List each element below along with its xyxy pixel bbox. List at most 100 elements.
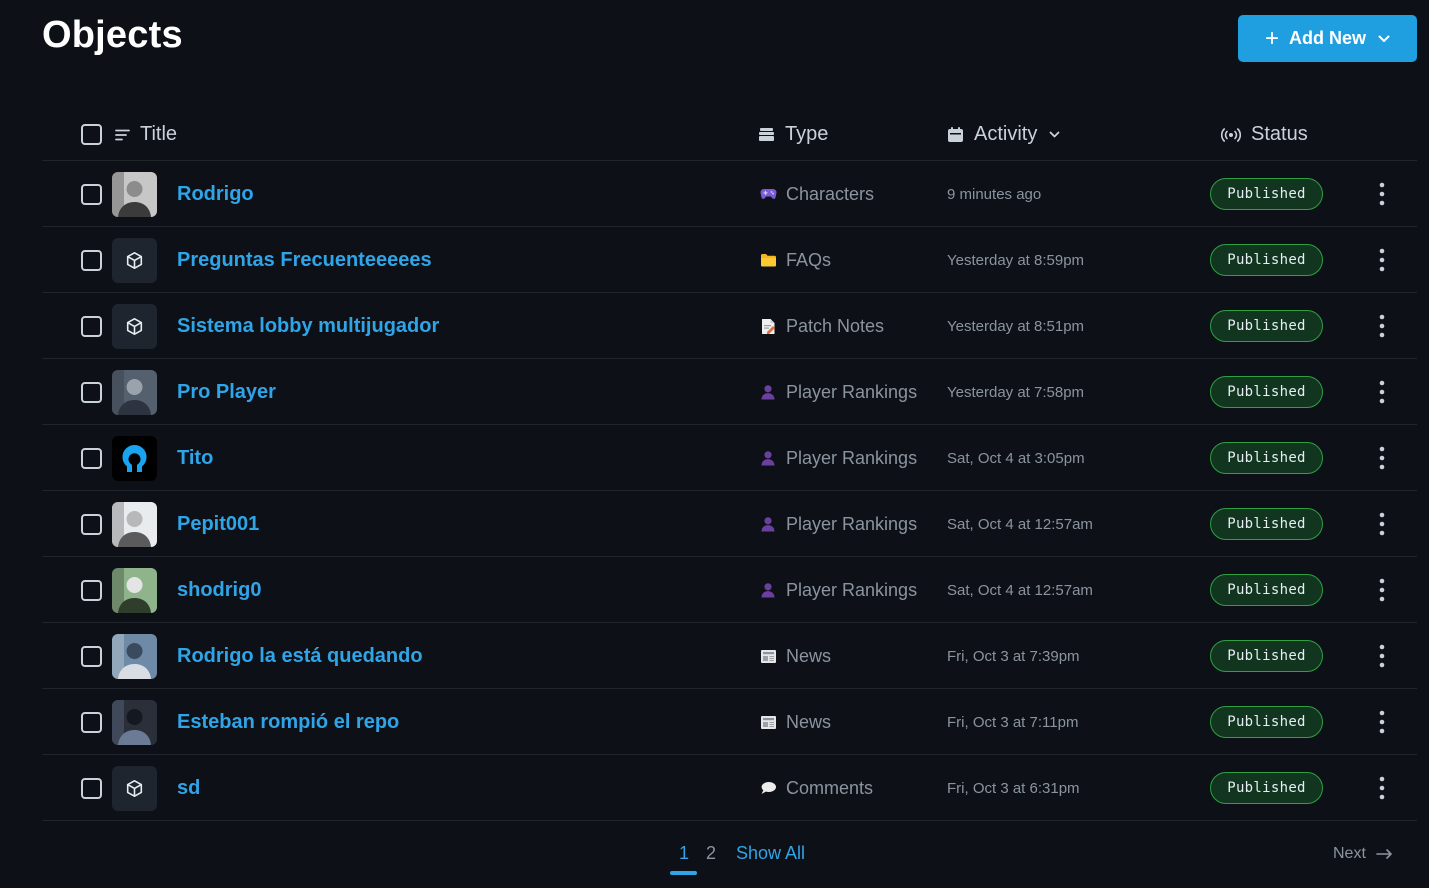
table-row[interactable]: Esteban rompió el repo News Fri, Oct 3 at … <box>42 689 1417 755</box>
photo-thumbnail <box>112 699 157 745</box>
column-status-label: Status <box>1251 123 1308 145</box>
column-activity[interactable]: Activity <box>947 108 1060 161</box>
gamepad-icon <box>759 185 777 203</box>
active-page-indicator <box>670 871 697 875</box>
row-title-link[interactable]: Pro Player <box>177 381 276 404</box>
table-row[interactable]: Rodrigo Characters 9 minutes ago Published <box>42 161 1417 227</box>
memo-icon <box>759 317 777 335</box>
table-row[interactable]: Pro Player Player Rankings Yesterday at 7:… <box>42 359 1417 425</box>
status-badge: Published <box>1210 244 1323 276</box>
row-title-link[interactable]: shodrig0 <box>177 579 261 602</box>
more-options-icon[interactable] <box>1370 636 1394 676</box>
more-options-icon[interactable] <box>1370 240 1394 280</box>
show-all-link[interactable]: Show All <box>736 843 805 864</box>
row-checkbox-box[interactable] <box>81 579 102 601</box>
more-options-icon[interactable] <box>1370 438 1394 478</box>
cube-icon <box>112 237 157 283</box>
page-1-link[interactable]: 1 <box>679 843 689 864</box>
row-checkbox[interactable] <box>81 689 102 755</box>
more-options-icon[interactable] <box>1370 174 1394 214</box>
row-checkbox[interactable] <box>81 227 102 293</box>
row-checkbox-box[interactable] <box>81 183 102 205</box>
row-activity: 9 minutes ago <box>947 185 1042 203</box>
status-badge: Published <box>1210 310 1323 342</box>
row-checkbox-box[interactable] <box>81 381 102 403</box>
row-checkbox-box[interactable] <box>81 513 102 535</box>
row-thumbnail <box>112 689 157 755</box>
row-checkbox[interactable] <box>81 293 102 359</box>
newspaper-icon <box>759 713 777 731</box>
column-title[interactable]: Title <box>115 108 177 161</box>
select-all-checkbox-box[interactable] <box>81 124 102 145</box>
table-row[interactable]: Sistema lobby multijugador Patch Notes Yes… <box>42 293 1417 359</box>
add-new-label: Add New <box>1289 28 1367 48</box>
row-checkbox-box[interactable] <box>81 645 102 667</box>
more-options-icon[interactable] <box>1370 372 1394 412</box>
status-badge: Published <box>1210 442 1323 474</box>
row-activity: Sat, Oct 4 at 12:57am <box>947 515 1093 533</box>
row-type: News <box>786 711 832 732</box>
table-header: Title Type Activity Status <box>42 108 1417 161</box>
add-new-button[interactable]: + Add New <box>1238 15 1417 62</box>
row-checkbox-box[interactable] <box>81 249 102 271</box>
column-type-label: Type <box>785 123 829 145</box>
more-options-icon[interactable] <box>1370 306 1394 346</box>
row-title-link[interactable]: Pepit001 <box>177 513 259 536</box>
row-type: News <box>786 645 832 666</box>
row-checkbox[interactable] <box>81 755 102 821</box>
row-checkbox-box[interactable] <box>81 447 102 469</box>
more-options-icon[interactable] <box>1370 702 1394 742</box>
row-activity: Sat, Oct 4 at 3:05pm <box>947 449 1085 467</box>
photo-thumbnail <box>112 633 157 679</box>
row-title-link[interactable]: sd <box>177 777 200 800</box>
column-status[interactable]: Status <box>1221 108 1308 161</box>
row-activity: Yesterday at 8:59pm <box>947 251 1085 269</box>
photo-thumbnail <box>112 501 157 547</box>
plus-icon: + <box>1264 24 1279 52</box>
table-row[interactable]: Tito Player Rankings Sat, Oct 4 at 3:05pm P… <box>42 425 1417 491</box>
row-thumbnail <box>112 755 157 821</box>
row-title-link[interactable]: Rodrigo la está quedando <box>177 645 423 668</box>
row-checkbox-box[interactable] <box>81 315 102 337</box>
row-checkbox[interactable] <box>81 161 102 227</box>
row-title-link[interactable]: Tito <box>177 447 213 470</box>
row-title-link[interactable]: Preguntas Frecuenteeeees <box>177 249 432 272</box>
row-checkbox-box[interactable] <box>81 711 102 733</box>
pagination: 1 2 Show All Next <box>0 838 1429 878</box>
sort-chevron-icon[interactable] <box>1049 131 1060 138</box>
row-checkbox[interactable] <box>81 425 102 491</box>
row-activity: Sat, Oct 4 at 12:57am <box>947 581 1093 599</box>
row-checkbox[interactable] <box>81 557 102 623</box>
next-page-button[interactable]: Next <box>1333 845 1393 863</box>
photo-thumbnail <box>112 369 157 415</box>
row-activity: Fri, Oct 3 at 7:11pm <box>947 713 1079 731</box>
table-row[interactable]: shodrig0 Player Rankings Sat, Oct 4 at 12:… <box>42 557 1417 623</box>
cube-icon <box>112 303 157 349</box>
table-body: Rodrigo Characters 9 minutes ago Published P… <box>42 161 1417 821</box>
row-type: Player Rankings <box>786 579 918 600</box>
row-checkbox[interactable] <box>81 491 102 557</box>
photo-thumbnail <box>112 567 157 613</box>
row-checkbox[interactable] <box>81 623 102 689</box>
row-title-link[interactable]: Rodrigo <box>177 183 254 206</box>
folder-icon <box>759 251 777 269</box>
more-options-icon[interactable] <box>1370 504 1394 544</box>
more-options-icon[interactable] <box>1370 570 1394 610</box>
column-type[interactable]: Type <box>758 108 828 161</box>
page-2-link[interactable]: 2 <box>706 843 716 864</box>
row-title-link[interactable]: Sistema lobby multijugador <box>177 315 439 338</box>
status-badge: Published <box>1210 640 1323 672</box>
table-row[interactable]: Pepit001 Player Rankings Sat, Oct 4 at 12:… <box>42 491 1417 557</box>
row-checkbox[interactable] <box>81 359 102 425</box>
select-all-checkbox[interactable] <box>81 108 102 161</box>
next-label: Next <box>1333 845 1366 862</box>
row-type: Patch Notes <box>786 315 885 336</box>
table-row[interactable]: sd Comments Fri, Oct 3 at 6:31pm Published <box>42 755 1417 821</box>
row-title-link[interactable]: Esteban rompió el repo <box>177 711 399 734</box>
table-row[interactable]: Preguntas Frecuenteeeees FAQs Yesterday at… <box>42 227 1417 293</box>
column-title-label: Title <box>140 123 178 145</box>
table-row[interactable]: Rodrigo la está quedando News Fri, Oct 3 a… <box>42 623 1417 689</box>
more-options-icon[interactable] <box>1370 768 1394 808</box>
row-type: FAQs <box>786 249 832 270</box>
row-checkbox-box[interactable] <box>81 777 102 799</box>
